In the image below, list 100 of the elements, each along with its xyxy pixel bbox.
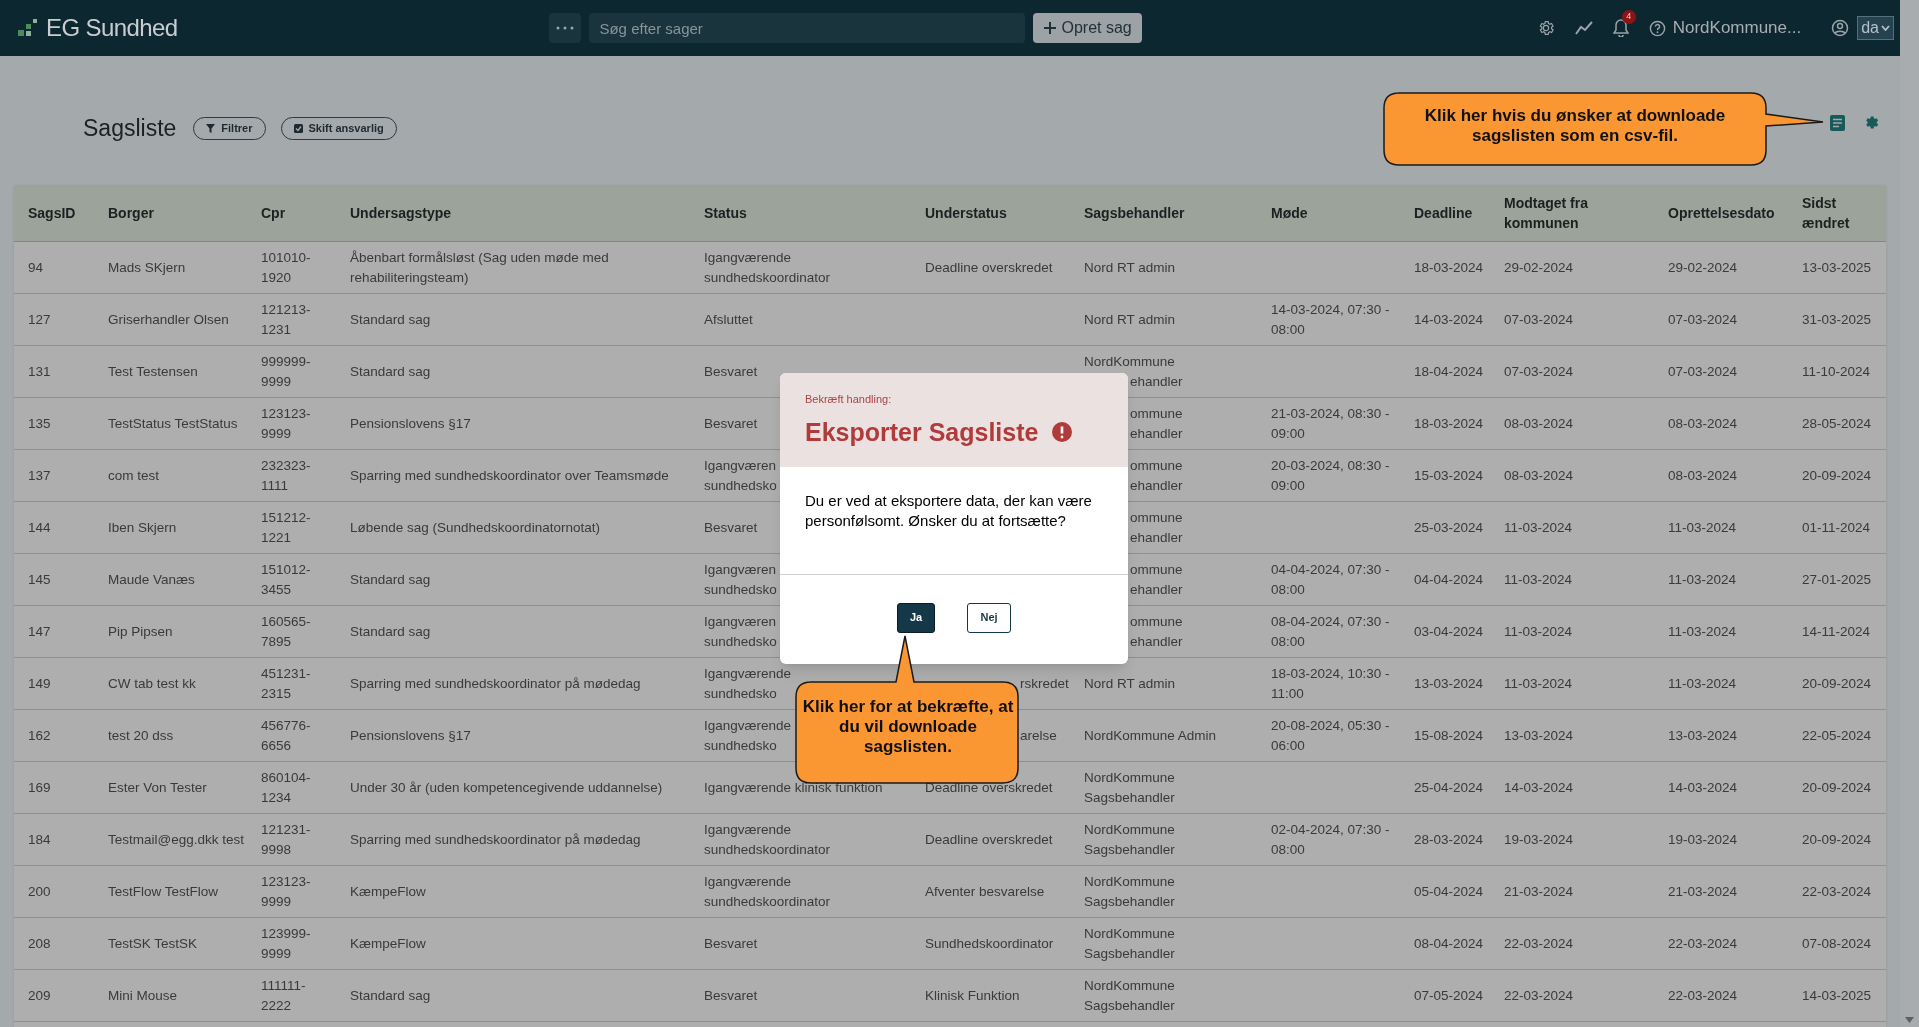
table-cell-text: 20-09-2024 [1802,830,1872,849]
column-header[interactable]: Understatus [925,203,1084,223]
trend-icon[interactable] [1574,21,1593,35]
table-cell-text: 127 [28,310,51,329]
table-cell-text: NordKommune Sagsbehandler [1084,768,1176,807]
table-cell-text: 04-04-2024 [1414,570,1484,589]
cancel-button[interactable]: Nej [967,602,1011,633]
table-cell-text: 121231-9998 [261,820,312,859]
column-header[interactable]: Møde [1271,203,1414,223]
search-field[interactable]: Søg efter sager [589,13,1026,43]
callout-text: Klik her for at bekræfte, at du vil downloade sagslisten. [801,697,1015,757]
column-header[interactable]: SagsID [14,203,108,223]
table-cell-text: 999999-9999 [261,352,312,391]
create-case-button[interactable]: Opret sag [1033,13,1142,43]
column-header[interactable]: Borger [108,203,261,223]
table-cell-text: 08-03-2024 [1504,414,1574,433]
column-header[interactable]: Sagsbehandler [1084,203,1271,223]
table-cell-text: 01-11-2024 [1802,518,1871,537]
checkbox-icon [293,124,303,133]
table-cell-text: Nord RT admin [1084,310,1176,329]
column-header[interactable]: Sidst ændret [1802,193,1872,233]
table-cell-text: Besvaret [704,414,758,433]
table-cell-text: NordKommune Admin [1084,726,1217,745]
table-cell-text: NordKommune Sagsbehandler [1084,924,1176,963]
table-cell-text: Deadline overskredet [925,258,1053,277]
table-cell-text: 28-03-2024 [1414,830,1484,849]
table-cell-text: 20-03-2024, 08:30 - 09:00 [1271,456,1391,495]
table-cell-text: ehandler [1130,372,1183,391]
column-header[interactable]: Cpr [261,203,350,223]
bell-icon[interactable] [1612,19,1629,37]
table-cell-text: KæmpeFlow [350,934,426,953]
table-cell-text: Pensionslovens §17 [350,414,471,433]
column-header[interactable]: Deadline [1414,203,1504,223]
column-header[interactable]: Modtaget fra kommunen [1504,193,1614,233]
table-cell-text: Besvaret [704,934,758,953]
table-cell-text: Pensionslovens §17 [350,726,471,745]
table-cell-text: Nord RT admin [1084,258,1176,277]
table-cell-text: 31-03-2025 [1802,310,1872,329]
table-cell-text: 232323-1111 [261,456,312,495]
table-cell-text: 07-03-2024 [1504,362,1574,381]
table-cell-text: NordKommune Sagsbehandler [1084,872,1176,911]
table-cell-text: Deadline overskredet [925,778,1053,797]
confirm-button[interactable]: Ja [897,602,935,633]
column-header[interactable]: Undersagstype [350,203,704,223]
table-cell-text: TestStatus TestStatus [108,414,238,433]
table-cell-text: Afsluttet [704,310,753,329]
table-cell-text: 135 [28,414,51,433]
user-icon[interactable] [1831,19,1850,37]
table-cell-text: 123123-9999 [261,404,312,443]
table-cell-text: NordKommune Sagsbehandler [1084,976,1176,1015]
scrollbar[interactable] [1900,0,1919,1027]
table-cell-text: 160565-7895 [261,612,312,651]
page-title: Sagsliste [83,114,177,144]
table-cell-text: 03-04-2024 [1414,622,1484,641]
document-icon[interactable] [1830,114,1845,131]
table-cell-text: sundhedsko [704,580,777,599]
table-cell-text: 11-03-2024 [1504,518,1573,537]
table-cell-text: rskredet [1020,674,1069,693]
table-cell-text: Standard sag [350,622,431,641]
table-cell-text: Nord RT admin [1084,674,1176,693]
column-header[interactable]: Oprettelsesdato [1668,203,1802,223]
table-cell-text: 28-05-2024 [1802,414,1872,433]
callout-text: Klik her hvis du ønsker at downloade sagslisten som en csv-fil. [1423,106,1727,146]
table-cell-text: ehandler [1130,632,1183,651]
table-cell-text: 20-09-2024 [1802,674,1872,693]
table-cell-text: sundhedsko [704,684,777,703]
help-icon[interactable] [1648,19,1666,37]
user-name[interactable]: NordKommune... [1672,15,1802,41]
table-cell-text: 169 [28,778,51,797]
table-cell-text: Igangværen [704,612,777,631]
table-cell-text: ehandler [1130,580,1183,599]
table-cell-text: 18-03-2024 [1414,258,1484,277]
table-cell-text: 456776-6656 [261,716,312,755]
language-select[interactable]: da [1857,16,1894,40]
table-cell-text: ommune [1130,560,1183,579]
table-cell-text: 20-09-2024 [1802,778,1872,797]
warning-icon [1052,422,1073,443]
table-cell-text: 137 [28,466,51,485]
table-cell-text: 22-03-2024 [1668,986,1738,1005]
scroll-down-icon[interactable] [1905,1017,1914,1023]
table-cell-text: 19-03-2024 [1668,830,1738,849]
settings-icon[interactable] [1863,114,1880,131]
caret-icon [1881,25,1890,31]
table-cell-text: 11-03-2024 [1668,518,1737,537]
more-icon [556,26,575,30]
table-cell-text: 200 [28,882,51,901]
column-header[interactable]: Status [704,203,925,223]
app-logo[interactable]: EG Sundhed [46,10,178,46]
table-cell-text: CW tab test kk [108,674,196,693]
table-cell-text: 451231-2315 [261,664,312,703]
table-cell-text: 13-03-2025 [1802,258,1872,277]
table-cell-text: 123123-9999 [261,872,312,911]
table-cell-text: 08-03-2024 [1504,466,1574,485]
table-cell-text: sundhedsko [704,736,777,755]
table-cell-text: 14-03-2024, 07:30 - 08:00 [1271,300,1391,339]
table-cell-text: 11-03-2024 [1668,622,1737,641]
table-cell-text: 14-03-2024 [1414,310,1484,329]
table-cell-text: 101010-1920 [261,248,312,287]
table-cell-text: 14-03-2024 [1668,778,1738,797]
table-cell-text: 860104-1234 [261,768,312,807]
